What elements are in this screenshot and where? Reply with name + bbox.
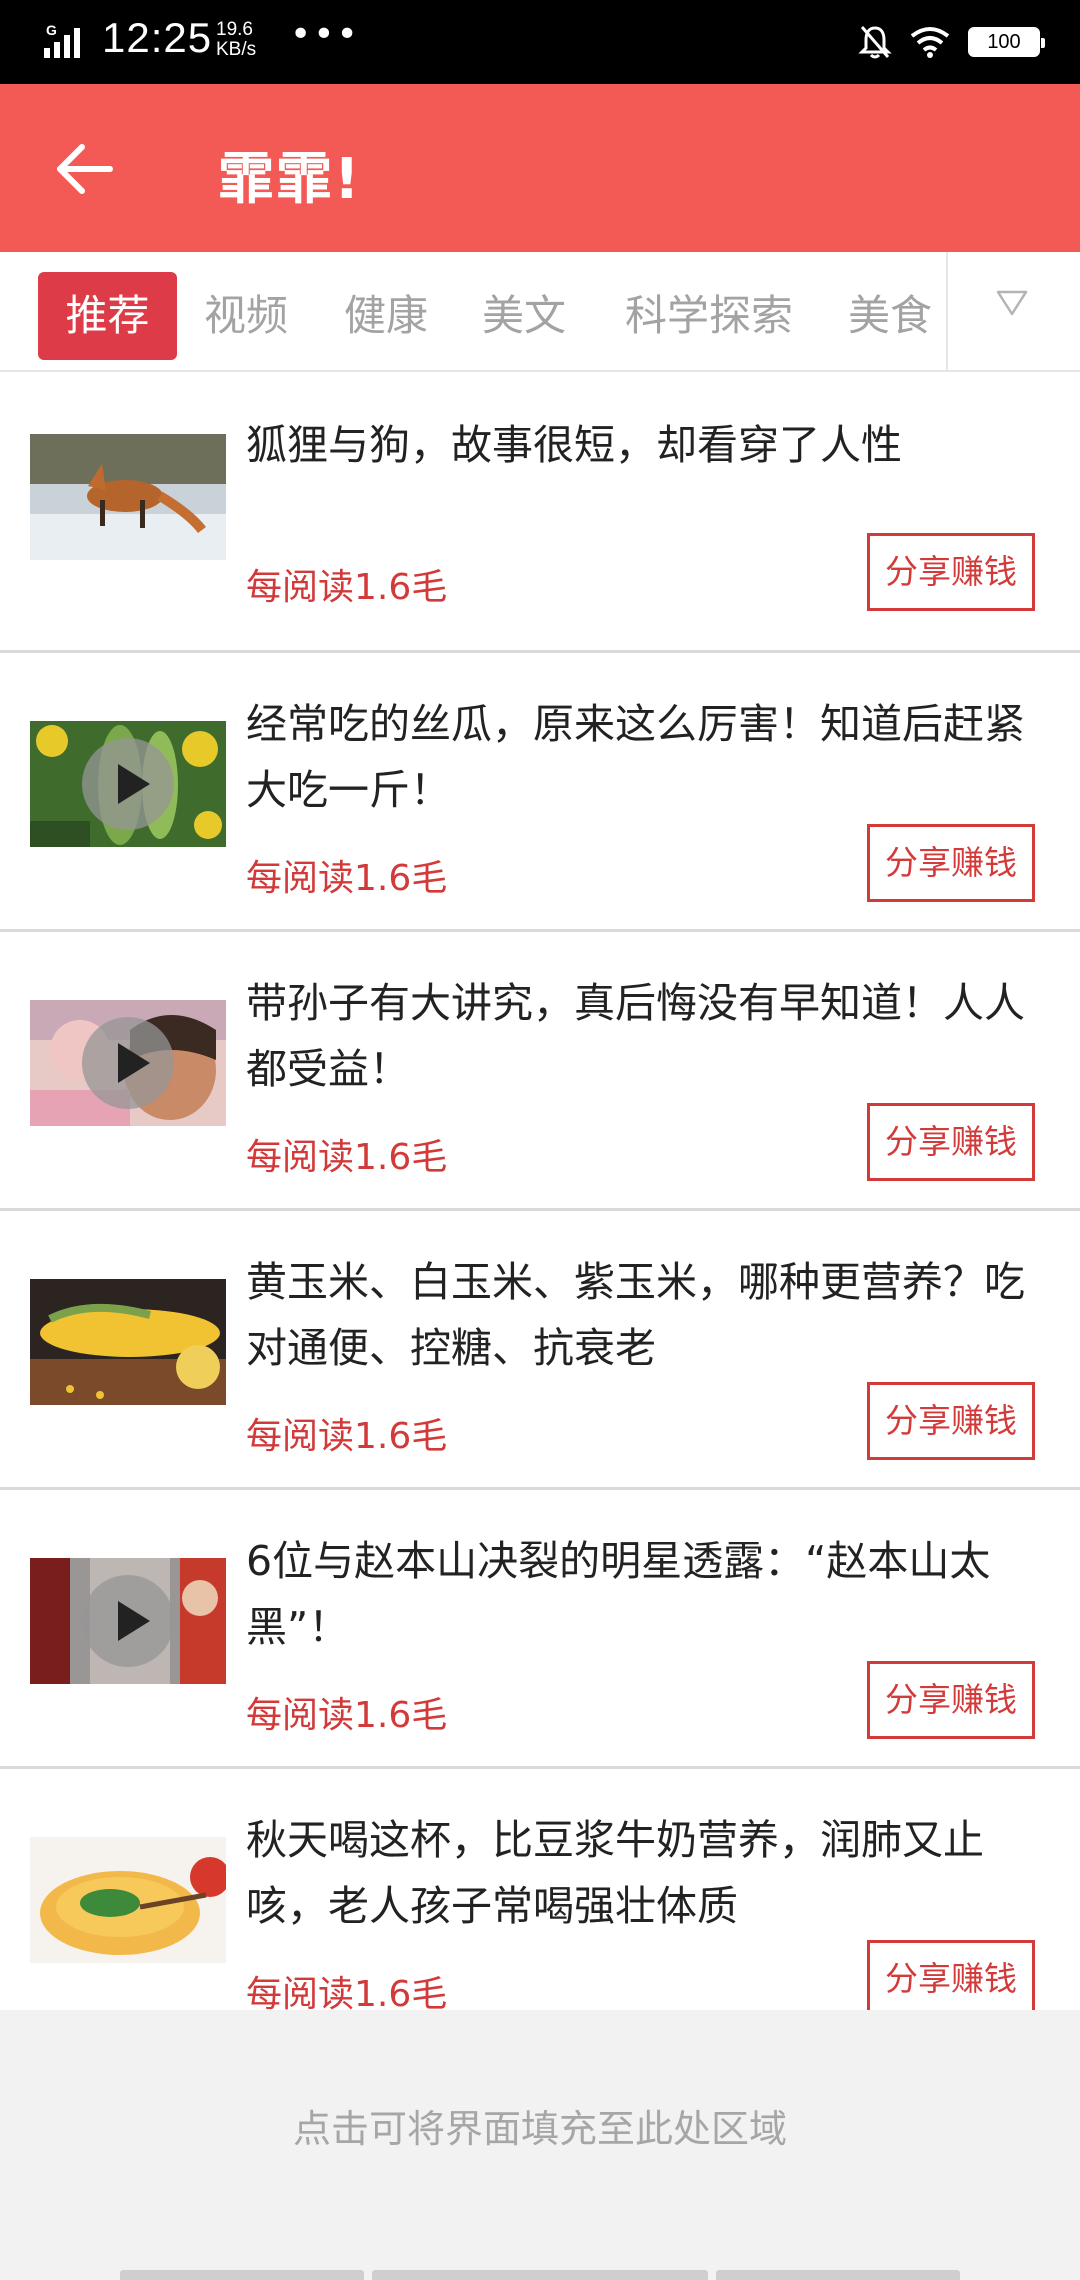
back-arrow-icon[interactable] [52, 134, 122, 204]
speed-unit: KB/s [216, 39, 257, 60]
corn-image [30, 1279, 226, 1405]
triangle-down-icon [996, 290, 1028, 316]
status-bar: G 12:25 19.6 KB/s ••• 100 [0, 0, 1080, 84]
play-icon [82, 1575, 174, 1667]
svg-text:G: G [46, 22, 57, 38]
tab-video[interactable]: 视频 [196, 272, 296, 360]
share-earn-button[interactable]: 分享赚钱 [867, 1940, 1035, 2018]
share-earn-button[interactable]: 分享赚钱 [867, 824, 1035, 902]
reward-label: 每阅读1.6毛 [246, 1137, 448, 1178]
status-icons: 100 [858, 20, 1045, 64]
signal-icon: G [44, 22, 80, 58]
tab-science[interactable]: 科学探索 [614, 272, 804, 360]
article-title[interactable]: 6位与赵本山决裂的明星透露：“赵本山太黑”！ [246, 1528, 1044, 1660]
app-header: 霏霏! [0, 84, 1080, 252]
tab-essay[interactable]: 美文 [474, 272, 574, 360]
list-item[interactable]: 带孙子有大讲究，真后悔没有早知道！人人都受益！ 每阅读1.6毛 分享赚钱 [0, 932, 1080, 1211]
article-title[interactable]: 秋天喝这杯，比豆浆牛奶营养，润肺又止咳，老人孩子常喝强壮体质 [246, 1807, 1044, 1939]
article-thumbnail [30, 1837, 226, 1963]
clock: 12:25 [102, 14, 213, 61]
reward-label: 每阅读1.6毛 [246, 858, 448, 899]
category-tabs: 推荐 视频 健康 美文 科学探索 美食 [0, 252, 1080, 372]
orange-drink-image [30, 1837, 226, 1963]
reward-label: 每阅读1.6毛 [246, 1695, 448, 1736]
article-title[interactable]: 带孙子有大讲究，真后悔没有早知道！人人都受益！ [246, 970, 1044, 1102]
fill-area-hint[interactable]: 点击可将界面填充至此处区域 [0, 2098, 1080, 2153]
article-thumbnail [30, 1000, 226, 1126]
list-item[interactable]: 6位与赵本山决裂的明星透露：“赵本山太黑”！ 每阅读1.6毛 分享赚钱 [0, 1490, 1080, 1769]
share-earn-button[interactable]: 分享赚钱 [867, 1661, 1035, 1739]
article-thumbnail [30, 1558, 226, 1684]
fox-image [30, 434, 226, 560]
reward-label: 每阅读1.6毛 [246, 1416, 448, 1457]
list-item[interactable]: 秋天喝这杯，比豆浆牛奶营养，润肺又止咳，老人孩子常喝强壮体质 每阅读1.6毛 分… [0, 1769, 1080, 2048]
nav-bar-segment [120, 2270, 364, 2280]
reward-label: 每阅读1.6毛 [246, 567, 448, 608]
article-thumbnail [30, 1279, 226, 1405]
mute-bell-icon [858, 26, 892, 59]
fill-area[interactable]: 点击可将界面填充至此处区域 [0, 2010, 1080, 2280]
article-thumbnail [30, 721, 226, 847]
article-title[interactable]: 黄玉米、白玉米、紫玉米，哪种更营养？吃对通便、控糖、抗衰老 [246, 1249, 1044, 1381]
wifi-icon [910, 27, 950, 58]
nav-bar-segment [372, 2270, 708, 2280]
tab-more-button[interactable] [946, 252, 1080, 370]
article-thumbnail [30, 434, 226, 560]
list-item[interactable]: 黄玉米、白玉米、紫玉米，哪种更营养？吃对通便、控糖、抗衰老 每阅读1.6毛 分享… [0, 1211, 1080, 1490]
battery-icon: 100 [968, 27, 1045, 57]
network-speed: 19.6 KB/s [216, 20, 256, 60]
speed-value: 19.6 [216, 19, 253, 40]
share-earn-button[interactable]: 分享赚钱 [867, 1382, 1035, 1460]
play-icon [82, 738, 174, 830]
list-item[interactable]: 狐狸与狗，故事很短，却看穿了人性 每阅读1.6毛 分享赚钱 [0, 374, 1080, 653]
more-notifications-icon: ••• [290, 14, 360, 55]
page-title: 霏霏! [218, 147, 362, 212]
tab-food[interactable]: 美食 [840, 272, 940, 360]
article-list: 狐狸与狗，故事很短，却看穿了人性 每阅读1.6毛 分享赚钱 经常吃的丝瓜，原来这… [0, 374, 1080, 2048]
article-title[interactable]: 狐狸与狗，故事很短，却看穿了人性 [246, 412, 1044, 478]
list-item[interactable]: 经常吃的丝瓜，原来这么厉害！知道后赶紧大吃一斤！ 每阅读1.6毛 分享赚钱 [0, 653, 1080, 932]
tab-recommend[interactable]: 推荐 [38, 272, 177, 360]
tab-health[interactable]: 健康 [336, 272, 436, 360]
article-title[interactable]: 经常吃的丝瓜，原来这么厉害！知道后赶紧大吃一斤！ [246, 691, 1044, 823]
share-earn-button[interactable]: 分享赚钱 [867, 533, 1035, 611]
play-icon [82, 1017, 174, 1109]
nav-bar-segment [716, 2270, 960, 2280]
share-earn-button[interactable]: 分享赚钱 [867, 1103, 1035, 1181]
